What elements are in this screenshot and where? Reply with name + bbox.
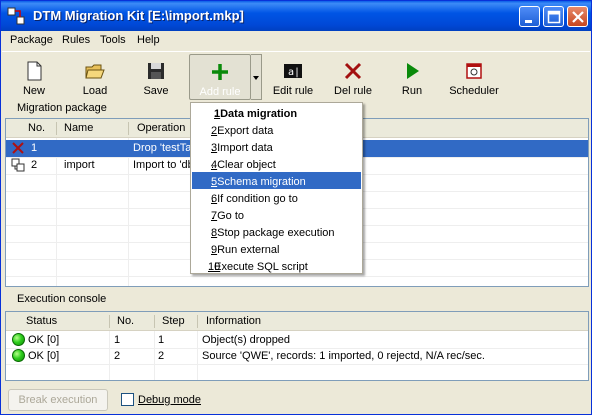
col-operation[interactable]: Operation bbox=[137, 122, 185, 134]
minimize-button[interactable] bbox=[519, 6, 540, 27]
menu-item-export-data[interactable]: 2. Export data bbox=[192, 121, 361, 138]
menu-item-data-migration[interactable]: 1. Data migration bbox=[192, 104, 361, 121]
menu-tools[interactable]: Tools bbox=[100, 34, 126, 46]
menu-item-go-to[interactable]: 7. Go to bbox=[192, 206, 361, 223]
new-document-icon bbox=[27, 61, 42, 81]
edit-rule-button[interactable]: a| Edit rule bbox=[265, 52, 321, 100]
add-rule-dropdown-arrow[interactable] bbox=[251, 54, 262, 100]
debug-mode-label[interactable]: Debug mode bbox=[138, 394, 201, 406]
menu-item-schema-migration[interactable]: 5. Schema migration bbox=[192, 172, 361, 189]
col-name[interactable]: Name bbox=[64, 122, 93, 134]
console-row[interactable]: OK [0] 2 2 Source 'QWE', records: 1 impo… bbox=[6, 348, 588, 365]
maximize-button[interactable] bbox=[543, 6, 564, 27]
add-rule-menu: 1. Data migration 2. Export data 3. Impo… bbox=[190, 102, 363, 274]
menu-bar: Package Rules Tools Help bbox=[2, 31, 590, 50]
col-no[interactable]: No. bbox=[28, 122, 45, 134]
maximize-icon bbox=[547, 10, 561, 24]
break-execution-button[interactable]: Break execution bbox=[8, 389, 108, 411]
import-icon bbox=[11, 158, 25, 172]
execution-console-label: Execution console bbox=[17, 293, 107, 305]
play-icon bbox=[407, 63, 419, 79]
svg-text:a|: a| bbox=[288, 67, 300, 78]
menu-item-run-external[interactable]: 9. Run external bbox=[192, 240, 361, 257]
save-button[interactable]: Save bbox=[129, 52, 183, 100]
migration-package-label: Migration package bbox=[17, 102, 107, 114]
main-window: DTM Migration Kit [E:\import.mkp] Packag… bbox=[0, 0, 592, 415]
menu-package[interactable]: Package bbox=[10, 34, 53, 46]
col-step[interactable]: Step bbox=[162, 315, 185, 327]
close-button[interactable] bbox=[567, 6, 588, 27]
load-button[interactable]: Load bbox=[67, 52, 123, 100]
delete-x-icon bbox=[344, 62, 362, 80]
col-status[interactable]: Status bbox=[26, 315, 57, 327]
menu-item-clear-object[interactable]: 4. Clear object bbox=[192, 155, 361, 172]
debug-mode-checkbox[interactable] bbox=[121, 393, 134, 406]
new-button[interactable]: New bbox=[7, 52, 61, 100]
chevron-down-icon bbox=[253, 76, 259, 80]
col-information[interactable]: Information bbox=[206, 315, 261, 327]
add-rule-button[interactable]: Add rule bbox=[189, 54, 251, 100]
menu-item-execute-sql[interactable]: 10. Execute SQL script bbox=[192, 257, 361, 274]
plus-icon bbox=[212, 64, 228, 80]
window-title: DTM Migration Kit [E:\import.mkp] bbox=[33, 8, 244, 23]
scheduler-button[interactable]: Scheduler bbox=[443, 52, 505, 100]
title-bar[interactable]: DTM Migration Kit [E:\import.mkp] bbox=[1, 1, 591, 31]
app-icon[interactable] bbox=[7, 7, 25, 25]
open-folder-icon bbox=[85, 64, 105, 79]
toolbar: New Load Save Add rule a| Edit rule Del … bbox=[2, 51, 590, 101]
minimize-icon bbox=[525, 20, 532, 23]
menu-item-stop-package[interactable]: 8. Stop package execution bbox=[192, 223, 361, 240]
menu-help[interactable]: Help bbox=[137, 34, 160, 46]
edit-rule-icon: a| bbox=[284, 64, 302, 78]
save-disk-icon bbox=[148, 63, 164, 79]
run-button[interactable]: Run bbox=[387, 52, 437, 100]
console-header: Status No. Step Information bbox=[6, 312, 588, 331]
menu-item-if-condition[interactable]: 6. If condition go to bbox=[192, 189, 361, 206]
execution-console[interactable]: Status No. Step Information OK [0] 1 1 O… bbox=[5, 311, 589, 381]
col-no[interactable]: No. bbox=[117, 315, 134, 327]
scheduler-icon bbox=[466, 63, 482, 79]
status-ok-icon bbox=[12, 333, 25, 346]
del-rule-button[interactable]: Del rule bbox=[325, 52, 381, 100]
console-row[interactable]: OK [0] 1 1 Object(s) dropped bbox=[6, 332, 588, 349]
menu-item-import-data[interactable]: 3. Import data bbox=[192, 138, 361, 155]
drop-x-icon bbox=[12, 142, 24, 154]
status-ok-icon bbox=[12, 349, 25, 362]
menu-rules[interactable]: Rules bbox=[62, 34, 90, 46]
close-icon bbox=[572, 11, 584, 23]
